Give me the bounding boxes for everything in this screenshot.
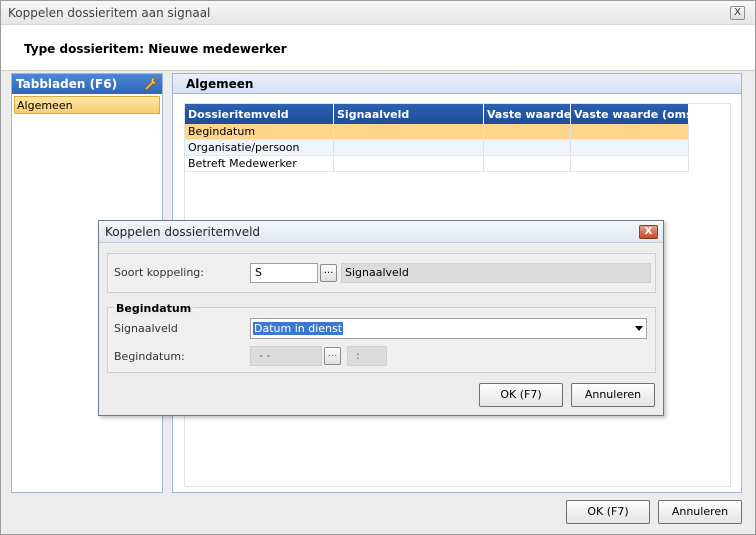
dialog-title: Koppelen dossieritemveld bbox=[105, 225, 261, 239]
header-band: Type dossieritem: Nieuwe medewerker bbox=[1, 25, 755, 71]
link-field-dialog: Koppelen dossieritemveld X Soort koppeli… bbox=[98, 220, 664, 416]
grid-header-row: Dossieritemveld Signaalveld Vaste waarde… bbox=[185, 104, 689, 124]
table-cell: Begindatum bbox=[185, 124, 334, 139]
start-time-input: : bbox=[347, 346, 387, 366]
table-cell bbox=[334, 156, 484, 171]
tab-list-title: Tabbladen (F6) bbox=[16, 77, 118, 91]
start-date-label: Begindatum: bbox=[114, 350, 185, 363]
link-type-browse-button[interactable]: ... bbox=[320, 264, 337, 282]
column-header[interactable]: Vaste waarde (omsc bbox=[571, 104, 689, 124]
table-cell bbox=[484, 140, 571, 155]
dialog-ok-button[interactable]: OK (F7) bbox=[479, 383, 563, 407]
start-date-input: - - bbox=[250, 346, 322, 366]
title-bar: Koppelen dossieritem aan signaal X bbox=[1, 1, 755, 25]
table-cell bbox=[571, 124, 689, 139]
table-cell bbox=[334, 124, 484, 139]
tab-list-header: Tabbladen (F6) bbox=[12, 74, 162, 94]
dialog-title-bar: Koppelen dossieritemveld X bbox=[99, 221, 663, 243]
window-title: Koppelen dossieritem aan signaal bbox=[8, 6, 211, 20]
ok-button[interactable]: OK (F7) bbox=[566, 500, 650, 524]
column-header[interactable]: Signaalveld bbox=[334, 104, 484, 124]
table-cell bbox=[571, 156, 689, 171]
window-close-icon[interactable]: X bbox=[730, 6, 745, 20]
group-title: Begindatum bbox=[114, 302, 194, 315]
chevron-down-icon[interactable] bbox=[635, 326, 643, 331]
table-cell bbox=[571, 140, 689, 155]
signal-field-select[interactable]: Datum in dienst bbox=[250, 318, 647, 339]
table-cell: Organisatie/persoon bbox=[185, 140, 334, 155]
link-type-group: Soort koppeling: S ... Signaalveld bbox=[107, 253, 656, 293]
signal-field-label: Signaalveld bbox=[114, 322, 178, 335]
content-title: Algemeen bbox=[186, 77, 254, 91]
dialog-cancel-button[interactable]: Annuleren bbox=[571, 383, 655, 407]
table-cell bbox=[484, 124, 571, 139]
item-type-header: Type dossieritem: Nieuwe medewerker bbox=[24, 42, 287, 56]
date-browse-button: ... bbox=[324, 347, 341, 365]
table-row[interactable]: Begindatum bbox=[185, 124, 689, 140]
field-grid: Dossieritemveld Signaalveld Vaste waarde… bbox=[185, 104, 689, 172]
signal-field-value: Datum in dienst bbox=[253, 322, 344, 335]
cancel-button[interactable]: Annuleren bbox=[658, 500, 742, 524]
start-date-group: Begindatum Signaalveld Datum in dienst B… bbox=[107, 302, 656, 373]
link-type-description: Signaalveld bbox=[341, 263, 651, 283]
table-row[interactable]: Betreft Medewerker bbox=[185, 156, 689, 172]
column-header[interactable]: Dossieritemveld bbox=[185, 104, 334, 124]
table-cell bbox=[334, 140, 484, 155]
table-row[interactable]: Organisatie/persoon bbox=[185, 140, 689, 156]
link-type-input[interactable]: S bbox=[250, 263, 318, 283]
tab-list-item-algemeen[interactable]: Algemeen bbox=[14, 96, 160, 114]
table-cell bbox=[484, 156, 571, 171]
wrench-icon[interactable] bbox=[143, 76, 159, 92]
column-header[interactable]: Vaste waarde bbox=[484, 104, 571, 124]
content-header: Algemeen bbox=[173, 74, 741, 94]
dialog-close-icon[interactable]: X bbox=[639, 225, 658, 239]
table-cell: Betreft Medewerker bbox=[185, 156, 334, 171]
link-type-label: Soort koppeling: bbox=[114, 266, 204, 279]
